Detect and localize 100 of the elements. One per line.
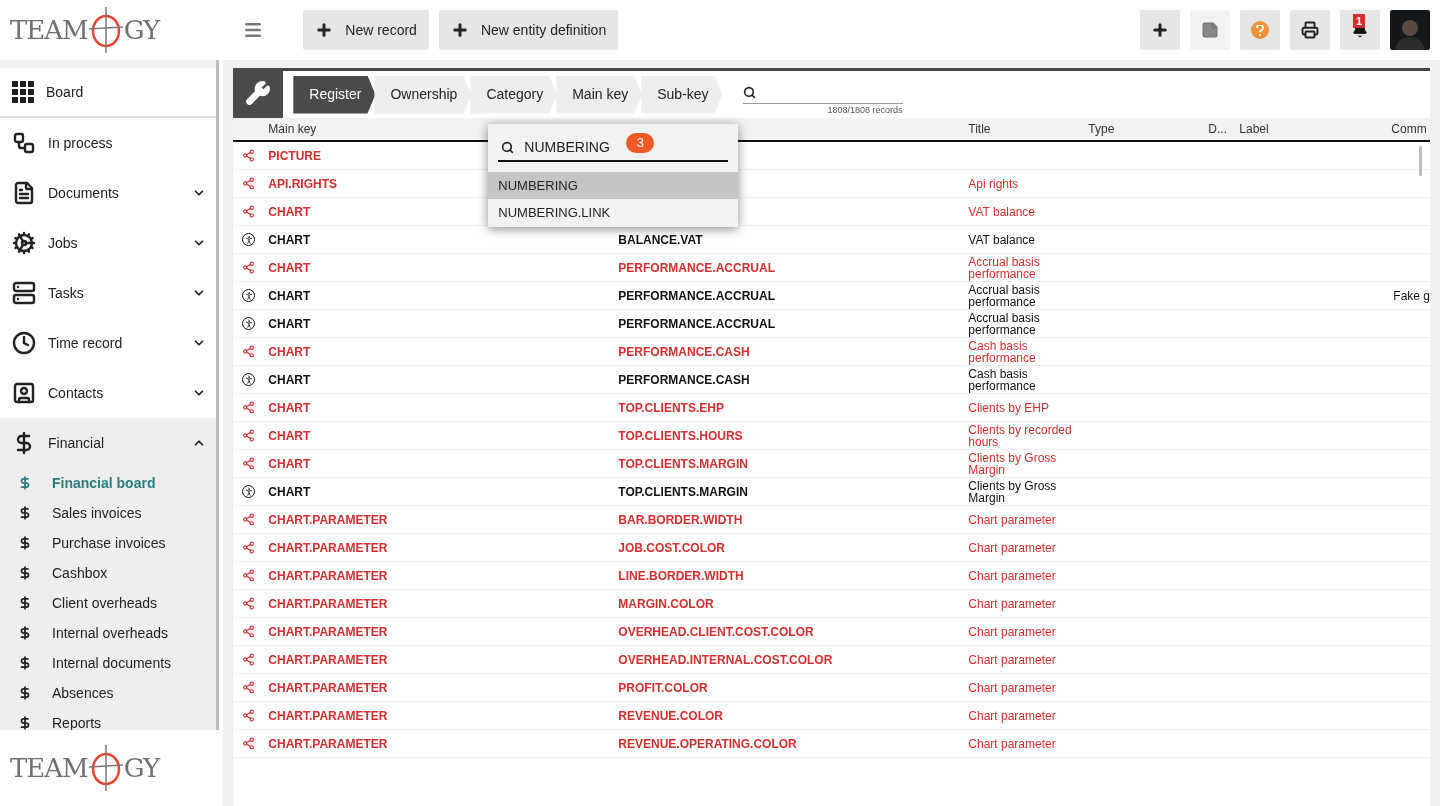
breadcrumb-step[interactable]: Category bbox=[470, 75, 558, 114]
table-row[interactable]: CHART.PARAMETER REVENUE.COLOR Chart parameter bbox=[233, 702, 1430, 730]
table-cell-text: JOB.COST.COLOR bbox=[618, 539, 725, 557]
table-cell-text: CHART.PARAMETER bbox=[268, 567, 388, 585]
dropdown-option[interactable]: NUMBERING bbox=[488, 172, 739, 199]
sidebar-subitem[interactable]: Purchase invoices bbox=[0, 528, 217, 558]
toolbar-button[interactable]: New record bbox=[303, 10, 429, 50]
sidebar-item[interactable]: In process bbox=[0, 118, 217, 168]
sidebar-item[interactable]: Contacts bbox=[0, 368, 217, 418]
share-icon bbox=[242, 261, 256, 274]
table-row[interactable]: CHART TOP.CLIENTS.EHP Clients by EHP bbox=[233, 394, 1430, 422]
table-row[interactable]: CHART PERFORMANCE.ACCRUAL Accrual basis performance bbox=[233, 254, 1430, 282]
table-row[interactable]: CHART PERFORMANCE.CASH Cash basis performance bbox=[233, 366, 1430, 394]
breadcrumb-step[interactable]: Register bbox=[293, 75, 376, 114]
column-header[interactable]: Label bbox=[1239, 120, 1392, 138]
table-cell-text: CHART bbox=[268, 455, 311, 473]
table-cell-text: Chart parameter bbox=[968, 653, 1057, 666]
table-cell-text: CHART bbox=[268, 231, 311, 249]
printer-icon bbox=[1301, 21, 1319, 39]
search-field[interactable]: NUMBERING 3 bbox=[498, 134, 729, 162]
sidebar-subitem[interactable]: Reports bbox=[0, 708, 217, 730]
table-row[interactable]: CHART PERFORMANCE.ACCRUAL Accrual basis performance bbox=[233, 310, 1430, 338]
table-cell-text: Chart parameter bbox=[968, 681, 1057, 694]
toolbar-button[interactable]: New entity definition bbox=[438, 10, 619, 50]
sidebar-subitem[interactable]: Cashbox bbox=[0, 558, 217, 588]
table-row[interactable]: CHART.PARAMETER JOB.COST.COLOR Chart parameter bbox=[233, 534, 1430, 562]
table-cell-text: Api rights bbox=[968, 177, 1020, 190]
table-cell-text: Chart parameter bbox=[968, 513, 1057, 526]
share-icon bbox=[242, 205, 256, 218]
share-icon bbox=[242, 457, 256, 470]
table-cell-text: Accrual basis performance bbox=[968, 283, 1041, 308]
table-cell-text: CHART.PARAMETER bbox=[268, 595, 388, 613]
notifications-button[interactable]: 1 bbox=[1340, 10, 1380, 50]
table-cell-text: CHART bbox=[268, 343, 311, 361]
table-cell-text: TOP.CLIENTS.HOURS bbox=[618, 427, 743, 445]
share-icon bbox=[242, 177, 256, 190]
workflow-icon bbox=[12, 131, 36, 155]
sidebar-item[interactable]: Time record bbox=[0, 318, 217, 368]
clock-icon bbox=[12, 331, 36, 355]
table-cell-text: Cash basis performance bbox=[968, 367, 1037, 392]
table-cell-text: PERFORMANCE.ACCRUAL bbox=[618, 259, 775, 277]
help-icon bbox=[1251, 21, 1269, 39]
table-cell-text: CHART.PARAMETER bbox=[268, 735, 388, 753]
avatar[interactable] bbox=[1390, 10, 1430, 50]
table-cell-text: OVERHEAD.INTERNAL.COST.COLOR bbox=[618, 651, 833, 669]
table-row[interactable]: CHART.PARAMETER OVERHEAD.CLIENT.COST.COLOR Chart parameter bbox=[233, 618, 1430, 646]
share-icon bbox=[242, 681, 256, 694]
table-cell-text: CHART bbox=[268, 427, 311, 445]
table-cell-text: CHART bbox=[268, 203, 311, 221]
scrollbar[interactable] bbox=[1419, 146, 1422, 176]
share-icon bbox=[242, 737, 256, 750]
dollar-icon bbox=[18, 536, 32, 550]
table-cell-text: Chart parameter bbox=[968, 625, 1057, 638]
column-header[interactable]: D... bbox=[1208, 120, 1240, 138]
table-cell-text: CHART.PARAMETER bbox=[268, 539, 388, 557]
column-header[interactable]: Title bbox=[968, 120, 1089, 138]
sidebar-subitem[interactable]: Internal documents bbox=[0, 648, 217, 678]
plus-icon bbox=[450, 21, 469, 39]
breadcrumb-step[interactable]: Ownership bbox=[374, 75, 472, 114]
sidebar-item[interactable]: Documents bbox=[0, 168, 217, 218]
dollar-icon bbox=[18, 686, 32, 700]
sidebar-subitem[interactable]: Financial board bbox=[0, 468, 217, 498]
table-row[interactable]: CHART.PARAMETER LINE.BORDER.WIDTH Chart parameter bbox=[233, 562, 1430, 590]
column-header[interactable]: Comm bbox=[1391, 120, 1430, 138]
table-row[interactable]: CHART TOP.CLIENTS.MARGIN Clients by Gross Margin bbox=[233, 450, 1430, 478]
dollar-icon bbox=[18, 596, 32, 610]
table-cell-text: REVENUE.OPERATING.COLOR bbox=[618, 735, 797, 753]
sidebar-item[interactable]: Tasks bbox=[0, 268, 217, 318]
table-row[interactable]: CHART PERFORMANCE.ACCRUAL Accrual basis performance Fake g bbox=[233, 282, 1430, 310]
table-row[interactable]: CHART.PARAMETER REVENUE.OPERATING.COLOR Chart parameter bbox=[233, 730, 1430, 758]
table-cell-text: PERFORMANCE.ACCRUAL bbox=[618, 287, 775, 305]
print-button[interactable] bbox=[1290, 10, 1330, 50]
table-row[interactable]: CHART PERFORMANCE.CASH Cash basis performance bbox=[233, 338, 1430, 366]
table-cell-text: Chart parameter bbox=[968, 709, 1057, 722]
table-cell-text: Clients by Gross Margin bbox=[968, 451, 1058, 476]
column-header[interactable]: Type bbox=[1088, 120, 1209, 138]
breadcrumb-step[interactable]: Sub-key bbox=[641, 75, 723, 114]
note-button[interactable] bbox=[1190, 10, 1230, 50]
table-cell-text: Accrual basis performance bbox=[968, 255, 1041, 280]
table-row[interactable]: CHART TOP.CLIENTS.MARGIN Clients by Gross Margin bbox=[233, 478, 1430, 506]
breadcrumb-step[interactable]: Main key bbox=[556, 75, 643, 114]
dollar-icon bbox=[18, 476, 32, 490]
sidebar-subitem[interactable]: Absences bbox=[0, 678, 217, 708]
sidebar-item[interactable]: Jobs bbox=[0, 218, 217, 268]
table-row[interactable]: CHART.PARAMETER BAR.BORDER.WIDTH Chart parameter bbox=[233, 506, 1430, 534]
dropdown-option[interactable]: NUMBERING.LINK bbox=[488, 199, 739, 226]
sidebar-item[interactable]: Financial bbox=[0, 418, 217, 468]
add-button[interactable] bbox=[1140, 10, 1180, 50]
sidebar-subitem[interactable]: Sales invoices bbox=[0, 498, 217, 528]
share-icon bbox=[242, 541, 256, 554]
table-row[interactable]: CHART.PARAMETER OVERHEAD.INTERNAL.COST.COLOR Chart parameter bbox=[233, 646, 1430, 674]
table-row[interactable]: CHART TOP.CLIENTS.HOURS Clients by recorded hours bbox=[233, 422, 1430, 450]
table-cell-text: PICTURE bbox=[268, 147, 321, 165]
table-row[interactable]: CHART.PARAMETER PROFIT.COLOR Chart parameter bbox=[233, 674, 1430, 702]
table-cell-text: CHART bbox=[268, 371, 311, 389]
table-row[interactable]: CHART.PARAMETER MARGIN.COLOR Chart parameter bbox=[233, 590, 1430, 618]
sidebar-subitem[interactable]: Internal overheads bbox=[0, 618, 217, 648]
table-cell-text: BALANCE.VAT bbox=[618, 231, 703, 249]
sidebar-subitem[interactable]: Client overheads bbox=[0, 588, 217, 618]
share-icon bbox=[242, 709, 256, 722]
